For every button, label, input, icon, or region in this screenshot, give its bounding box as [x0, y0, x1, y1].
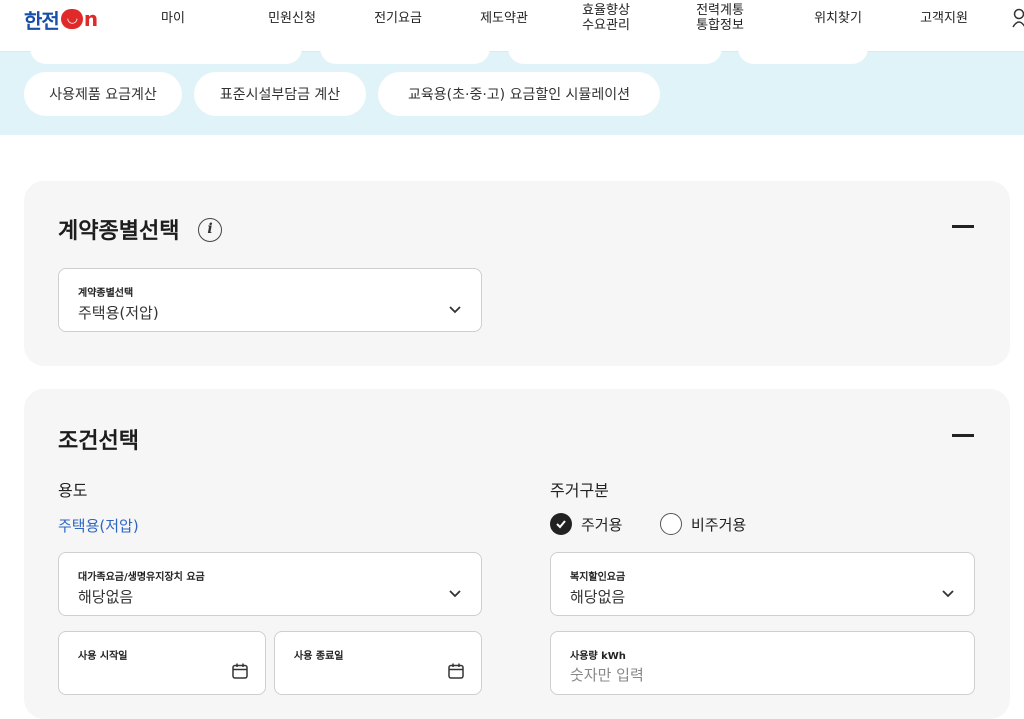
start-date-field[interactable]: 사용 시작일 [58, 631, 266, 695]
nav-civil-petition[interactable]: 민원신청 [262, 0, 322, 36]
pill-label: 사용제품 요금계산 [49, 87, 157, 103]
radio-label: 주거용 [581, 515, 623, 534]
field-label: 사용량 kWh [570, 651, 626, 662]
nav-label: 위치찾기 [814, 10, 862, 26]
field-label: 대가족요금/생명유지장치 요금 [78, 572, 205, 583]
collapse-icon[interactable] [952, 225, 974, 228]
nav-policy-terms[interactable]: 제도약관 [474, 0, 534, 36]
residence-label: 주거구분 [550, 481, 609, 500]
section-title: 계약종별선택 [58, 219, 180, 244]
chevron-down-icon [449, 306, 461, 314]
welfare-discount-select[interactable]: 복지할인요금 해당없음 [550, 552, 975, 616]
end-date-field[interactable]: 사용 종료일 [274, 631, 482, 695]
field-label: 계약종별선택 [78, 288, 134, 299]
usage-value: 주택용(저압) [58, 517, 139, 535]
checkmark-icon [550, 513, 572, 535]
category-pill-partial[interactable] [738, 42, 868, 64]
field-label: 사용 시작일 [78, 651, 128, 662]
category-pill-education-discount[interactable]: 교육용(초·중·고) 요금할인 시뮬레이션 [378, 72, 660, 116]
nav-label-line2: 수요관리 [582, 18, 630, 33]
nav-label: 민원신청 [268, 10, 316, 26]
chevron-down-icon [942, 590, 954, 598]
usage-label: 용도 [58, 481, 88, 500]
field-value: 해당없음 [78, 588, 134, 606]
field-label: 복지할인요금 [570, 572, 626, 583]
logo-on-text: n [83, 7, 98, 31]
radio-label: 비주거용 [691, 515, 747, 534]
nav-efficiency[interactable]: 효율향상 수요관리 [576, 0, 636, 36]
contract-type-select[interactable]: 계약종별선택 주택용(저압) [58, 268, 482, 332]
logo-on-mark: ◡ n [60, 7, 98, 31]
field-value: 주택용(저압) [78, 304, 159, 322]
nav-label: 제도약관 [480, 10, 528, 26]
category-pill-partial[interactable] [30, 42, 302, 64]
calendar-icon[interactable] [447, 662, 465, 680]
nav-label: 효율향상 [582, 3, 630, 18]
radio-residential[interactable]: 주거용 [550, 513, 622, 535]
logo-text: 한전 [24, 8, 60, 33]
contract-type-card: 계약종별선택 i 계약종별선택 주택용(저압) [24, 181, 1010, 366]
nav-grid-info[interactable]: 전력계통 통합정보 [690, 0, 750, 36]
usage-kwh-input[interactable]: 사용량 kWh 숫자만 입력 [550, 631, 975, 695]
collapse-icon[interactable] [952, 434, 974, 437]
nav-customer-support[interactable]: 고객지원 [914, 0, 974, 36]
calendar-icon[interactable] [231, 662, 249, 680]
field-value: 해당없음 [570, 588, 626, 606]
category-pill-facility-charge[interactable]: 표준시설부담금 계산 [194, 72, 366, 116]
radio-circle-icon [660, 513, 682, 535]
info-icon[interactable]: i [198, 218, 222, 242]
kepco-on-logo[interactable]: 한전 ◡ n [24, 6, 98, 33]
nav-label: 전기요금 [374, 10, 422, 26]
nav-label-line2: 통합정보 [696, 18, 744, 33]
nav-label: 전력계통 [696, 3, 744, 18]
category-pill-partial[interactable] [508, 42, 722, 64]
pill-label: 표준시설부담금 계산 [219, 87, 341, 103]
nav-electricity-rate[interactable]: 전기요금 [370, 0, 426, 36]
condition-card: 조건선택 용도 주택용(저압) 주거구분 주거용 비주거용 대가족요금/생명유지… [24, 389, 1010, 719]
nav-my[interactable]: 마이 [160, 0, 186, 36]
input-placeholder: 숫자만 입력 [570, 666, 644, 684]
chevron-down-icon [449, 590, 461, 598]
nav-location[interactable]: 위치찾기 [808, 0, 868, 36]
category-pill-product-rate[interactable]: 사용제품 요금계산 [24, 72, 182, 116]
radio-non-residential[interactable]: 비주거용 [660, 513, 746, 535]
field-label: 사용 종료일 [294, 651, 344, 662]
nav-label: 마이 [161, 10, 185, 26]
calculator-category-band: 사용제품 요금계산 표준시설부담금 계산 교육용(초·중·고) 요금할인 시뮬레… [0, 42, 1024, 135]
section-title: 조건선택 [58, 429, 139, 454]
category-pill-partial[interactable] [320, 42, 490, 64]
user-icon[interactable] [1012, 8, 1024, 28]
pill-label: 교육용(초·중·고) 요금할인 시뮬레이션 [408, 87, 630, 103]
nav-label: 고객지원 [920, 10, 968, 26]
family-rate-select[interactable]: 대가족요금/생명유지장치 요금 해당없음 [58, 552, 482, 616]
